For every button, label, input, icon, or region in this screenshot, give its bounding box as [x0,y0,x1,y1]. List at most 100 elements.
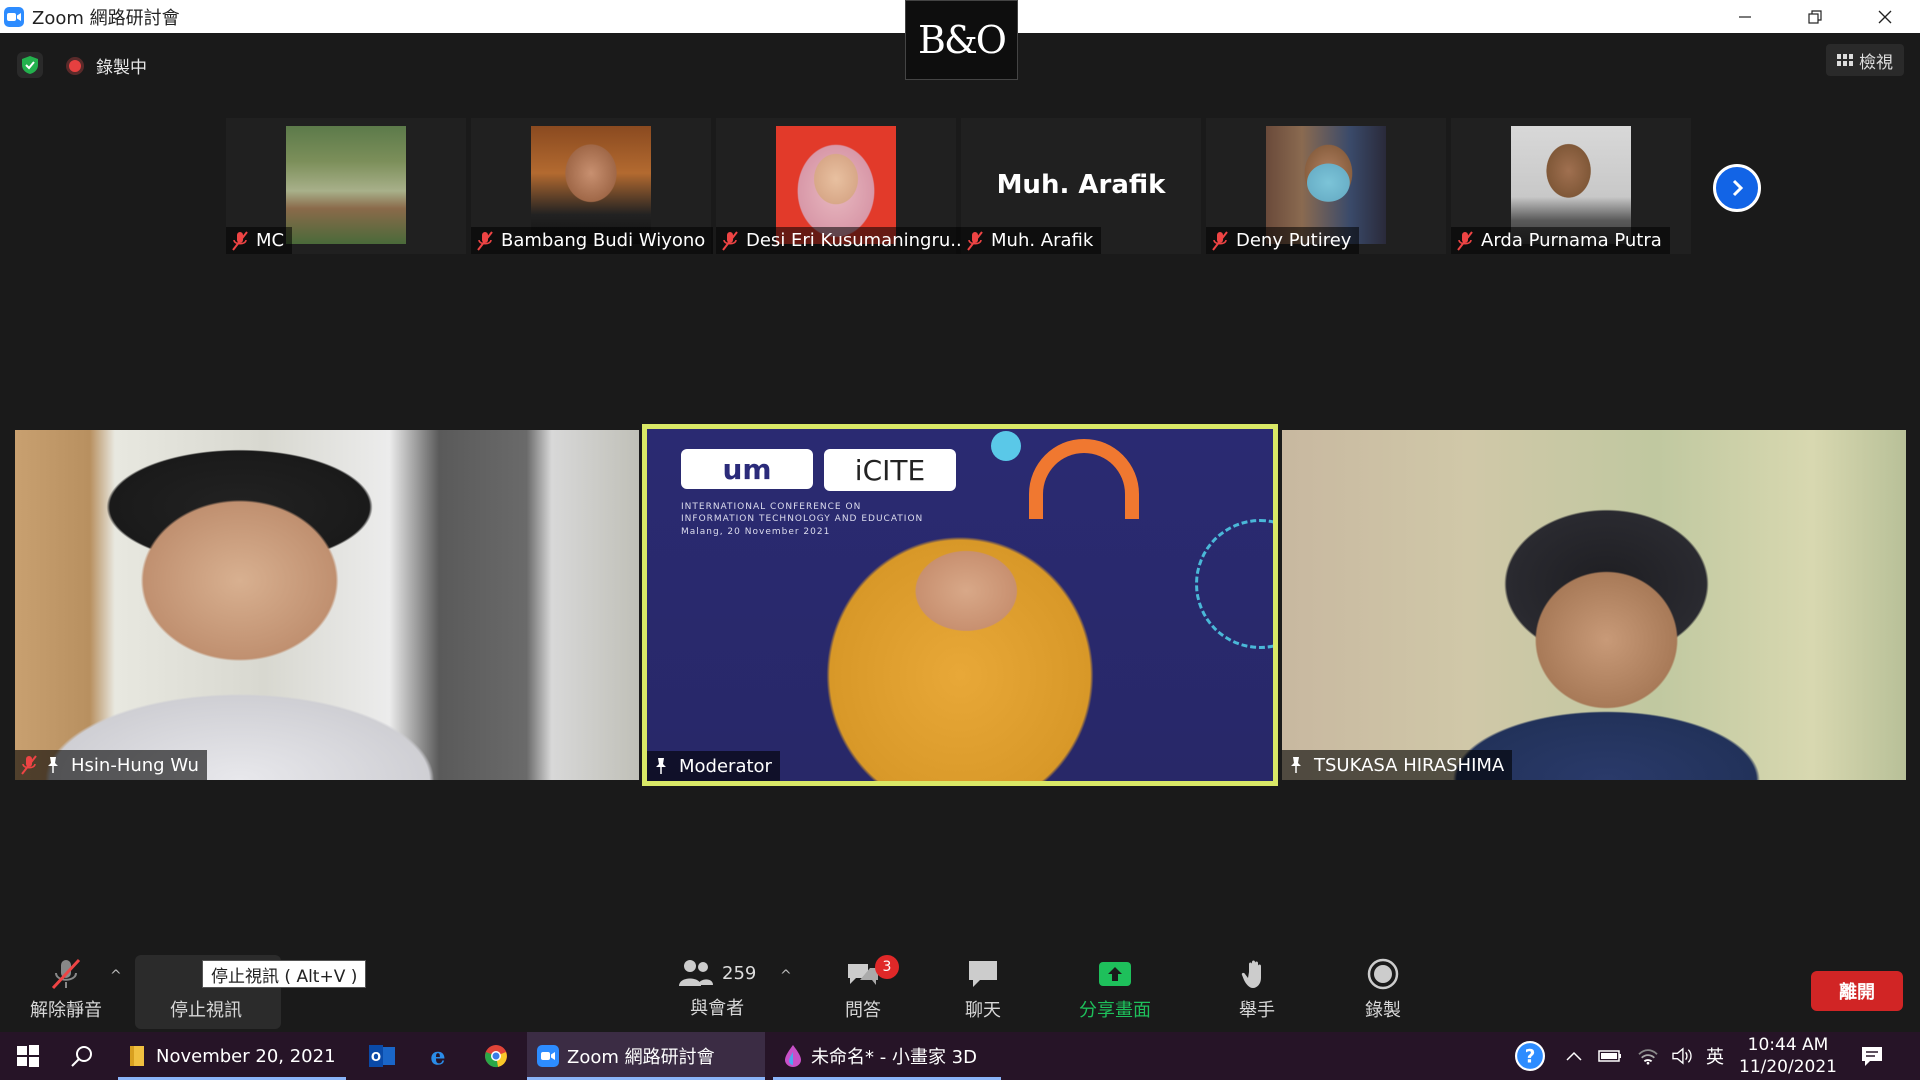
battery-icon[interactable] [1594,1040,1626,1072]
taskbar-zoom-label: Zoom 網路研討會 [567,1047,715,1068]
share-screen-icon [1099,962,1131,986]
pin-icon [1291,757,1301,773]
share-screen-label: 分享畫面 [1079,1000,1151,1021]
svg-text:?: ? [1525,1046,1536,1067]
svg-text:e: e [430,1043,445,1069]
clock-date: 11/20/2021 [1739,1057,1837,1077]
participant-name: Deny Putirey [1236,230,1352,251]
stop-video-tooltip: 停止視訊 ( Alt+V ) [202,960,367,988]
participant-name: Hsin-Hung Wu [71,754,199,776]
security-shield-icon[interactable] [17,52,43,78]
mic-muted-icon [967,230,983,251]
mic-muted-icon [21,755,37,775]
participant-nametag: TSUKASA HIRASHIMA [1282,750,1513,780]
participant-name: Moderator [679,755,772,777]
participant-nametag: Bambang Budi Wiyono [471,227,714,254]
record-dot-icon [66,56,84,75]
input-method-indicator[interactable]: 英 [1706,1032,1724,1080]
participant-nametag: Arda Purnama Putra [1451,227,1670,254]
taskbar-folder-app[interactable]: November 20, 2021 [118,1032,346,1080]
participants-button[interactable]: 259 與會者 [678,958,756,1020]
view-label: 檢視 [1859,52,1893,73]
participant-name: Muh. Arafik [991,230,1094,251]
participant-nametag: Desi Eri Kusumaningru... [716,227,976,254]
participant-thumbnail[interactable]: Bambang Budi Wiyono [471,118,714,254]
zoom-logo-icon [4,6,24,27]
taskbar-folder-label: November 20, 2021 [156,1045,336,1067]
zoom-app-icon [537,1045,559,1067]
qa-badge: 3 [875,955,899,979]
minimize-button[interactable] [1710,0,1780,33]
mic-muted-icon [51,958,81,990]
chat-button[interactable]: 聊天 [965,958,1001,1022]
participants-label: 與會者 [690,998,745,1019]
participant-name: Desi Eri Kusumaningru... [746,230,968,251]
stop-video-label: 停止視訊 [170,1000,242,1021]
chat-label: 聊天 [965,1000,1001,1021]
slide-logo-icite: iCITE [824,449,956,491]
participant-thumbnail[interactable]: Muh. Arafik Muh. Arafik [961,118,1201,254]
participants-options-chevron-icon[interactable]: ^ [780,968,792,984]
participant-thumbnail[interactable]: Deny Putirey [1206,118,1446,254]
show-hidden-icons-chevron-icon[interactable] [1558,1040,1590,1072]
participant-thumbnail[interactable]: Desi Eri Kusumaningru... [716,118,976,254]
raise-hand-button[interactable]: 舉手 [1239,958,1275,1022]
chrome-browser-icon[interactable] [480,1040,512,1072]
search-icon[interactable] [66,1040,98,1072]
notifications-icon[interactable] [1856,1040,1888,1072]
record-label: 錄製 [1365,1000,1401,1021]
next-page-button[interactable] [1713,164,1761,212]
raise-hand-icon [1241,960,1261,988]
mic-muted-icon [232,230,248,251]
outlook-icon[interactable]: O [366,1040,398,1072]
folder-icon [130,1046,144,1066]
raise-hand-label: 舉手 [1239,1000,1275,1021]
participant-video [15,430,639,780]
unmute-button[interactable]: 解除靜音 [30,958,102,1022]
close-button[interactable] [1850,0,1920,33]
leave-button[interactable]: 離開 [1811,971,1903,1011]
restore-button[interactable] [1780,0,1850,33]
brand-logo: B&O [905,0,1018,80]
main-video-tile[interactable]: Hsin-Hung Wu [15,430,639,780]
participant-video [1282,430,1906,780]
close-icon [1878,10,1892,23]
pin-icon [656,758,666,774]
slide-decoration-dot-icon [991,431,1021,461]
taskbar-zoom-app[interactable]: Zoom 網路研討會 [527,1032,765,1080]
record-button[interactable]: 錄製 [1365,958,1401,1022]
participant-nametag: MC [226,227,293,254]
qa-label: 問答 [845,1000,881,1021]
chevron-right-icon [1732,179,1744,197]
chat-icon [969,961,997,987]
recording-label: 錄製中 [96,58,147,78]
main-video-tile-active-speaker[interactable]: um iCITE INTERNATIONAL CONFERENCE ON INF… [642,424,1278,786]
edge-browser-icon[interactable]: e [422,1040,454,1072]
taskbar-paint3d-app[interactable]: 未命名* - 小畫家 3D [773,1032,1001,1080]
main-video-tile[interactable]: TSUKASA HIRASHIMA [1282,430,1906,780]
recording-indicator[interactable]: 錄製中 [66,53,147,78]
participant-name: MC [256,230,285,251]
mic-muted-icon [722,230,738,251]
volume-icon[interactable] [1666,1040,1698,1072]
participants-count: 259 [722,962,757,984]
participant-name: Arda Purnama Putra [1481,230,1662,251]
mic-muted-icon [1457,230,1473,251]
slide-conference-date: Malang, 20 November 2021 [681,527,831,537]
grid-icon [1837,54,1853,66]
record-icon [1367,958,1399,990]
slide-logo-um: um [681,449,813,489]
paint3d-icon [785,1045,801,1067]
audio-options-chevron-icon[interactable]: ^ [110,968,122,984]
help-icon[interactable]: ? [1514,1040,1546,1072]
participant-thumbnail[interactable]: Arda Purnama Putra [1451,118,1691,254]
windows-start-icon[interactable] [12,1040,44,1072]
unmute-label: 解除靜音 [30,1000,102,1021]
minimize-icon [1739,15,1751,18]
participant-name: TSUKASA HIRASHIMA [1314,754,1505,776]
share-screen-button[interactable]: 分享畫面 [1079,958,1151,1022]
system-clock[interactable]: 10:44 AM 11/20/2021 [1738,1032,1838,1080]
view-button[interactable]: 檢視 [1826,44,1904,76]
wifi-icon[interactable] [1632,1040,1664,1072]
participant-thumbnail[interactable]: MC [226,118,466,254]
